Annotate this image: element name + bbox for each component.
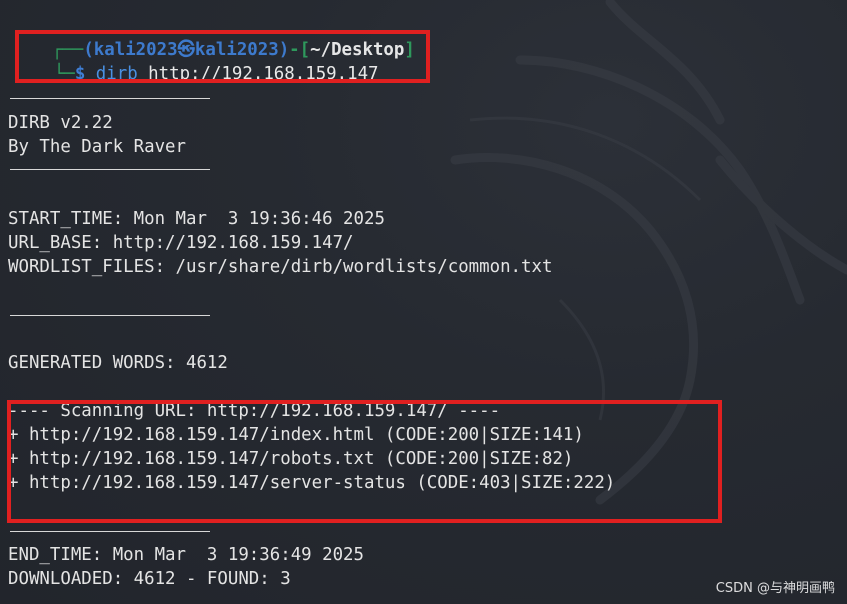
separator-line [10,169,210,170]
start-time: START_TIME: Mon Mar 3 19:36:46 2025 [8,209,385,229]
terminal-window[interactable]: ┌──(kali2023㉿kali2023)-[~/Desktop] └─$ d… [0,0,847,604]
url-base: URL_BASE: http://192.168.159.147/ [8,233,354,253]
separator-line [10,531,210,532]
separator-line [10,98,210,99]
wordlist-files: WORDLIST_FILES: /usr/share/dirb/wordlist… [8,257,553,277]
banner-author: By The Dark Raver [8,137,186,157]
separator-line [10,315,210,316]
banner-version: DIRB v2.22 [8,113,113,133]
csdn-watermark: CSDN @与神明画鸭 [715,581,835,596]
highlight-box-command [15,30,430,83]
end-time: END_TIME: Mon Mar 3 19:36:49 2025 [8,545,364,565]
generated-words: GENERATED WORDS: 4612 [8,353,228,373]
highlight-box-results [7,400,722,523]
downloaded-found: DOWNLOADED: 4612 - FOUND: 3 [8,569,291,589]
